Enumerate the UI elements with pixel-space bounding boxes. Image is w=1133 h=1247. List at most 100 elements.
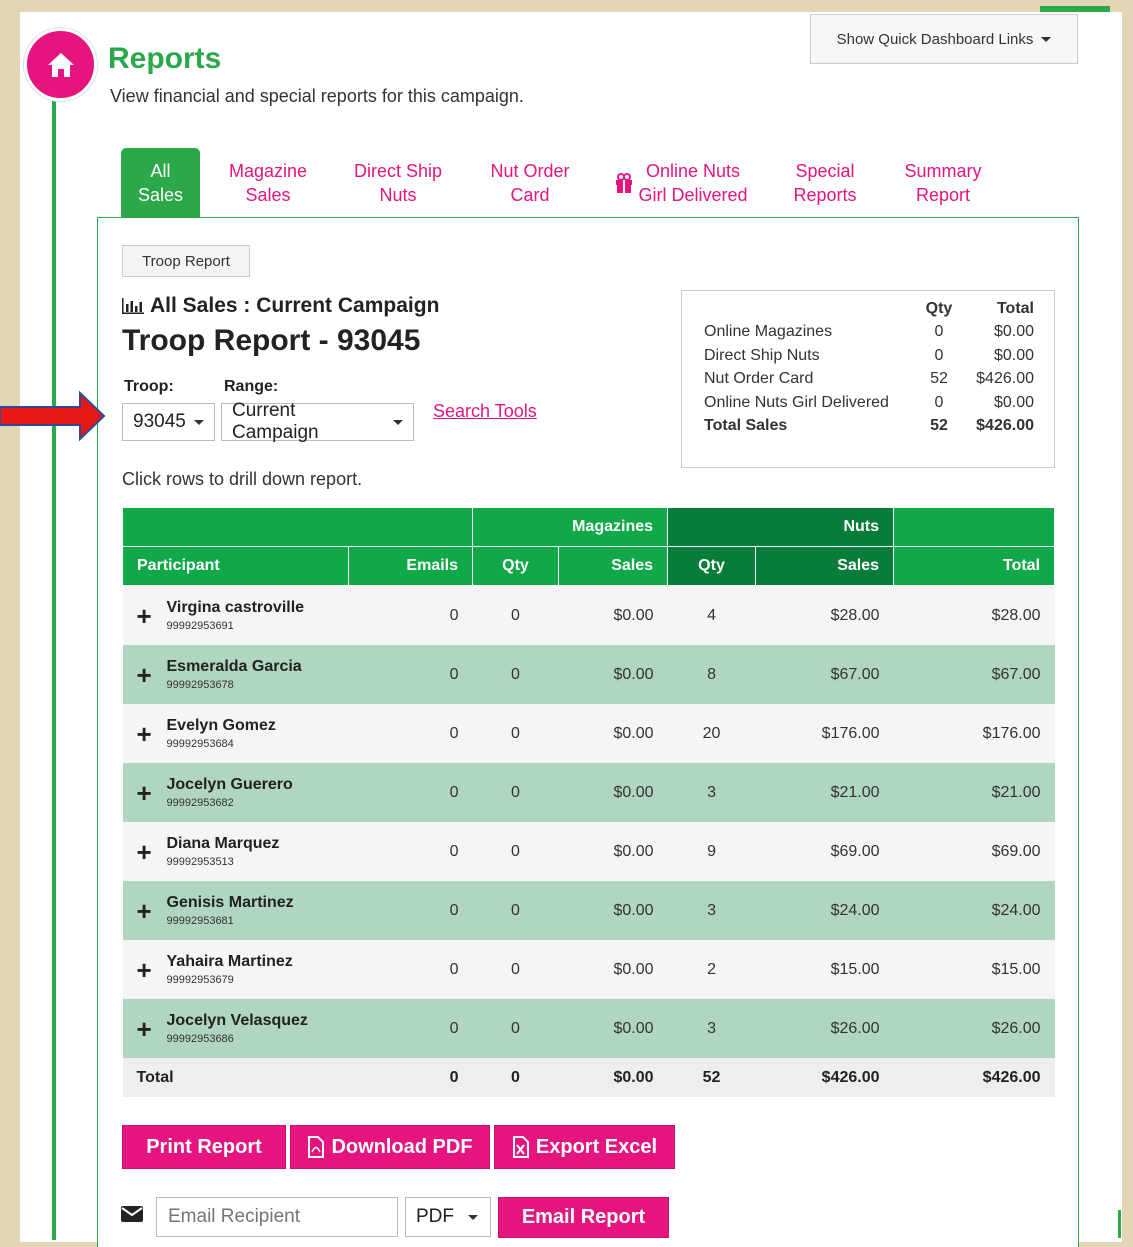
tab-label: Special — [795, 161, 855, 181]
participant-name: Genisis Martinez — [166, 894, 294, 911]
table-row[interactable]: + Diana Marquez 99992953513 0 0 $0.00 9 $69.00 $… — [122, 822, 1055, 881]
summary-label: Total Sales — [704, 417, 788, 435]
col-total[interactable]: Total — [893, 546, 1056, 586]
group-header-blank — [122, 507, 473, 547]
sales-table: Magazines Nuts Participant Emails Qty Sa… — [122, 507, 1056, 1097]
nut-sales-cell: $176.00 — [821, 724, 880, 742]
report-title: Troop Report - 93045 — [122, 324, 421, 357]
format-select[interactable]: PDF — [405, 1197, 491, 1237]
email-report-label: Email Report — [521, 1206, 646, 1228]
participant-id: 99992953681 — [166, 915, 234, 927]
expand-plus-icon[interactable]: + — [137, 603, 152, 629]
section-title: All Sales : Current Campaign — [122, 294, 439, 318]
tab-all-sales[interactable]: All Sales — [121, 148, 200, 218]
range-select[interactable]: Current Campaign — [221, 400, 414, 443]
download-pdf-label: Download PDF — [331, 1135, 473, 1158]
tab-label: Nuts — [379, 185, 417, 205]
expand-plus-icon[interactable]: + — [137, 1016, 152, 1042]
expand-plus-icon[interactable]: + — [137, 662, 152, 688]
search-tools-link[interactable]: Search Tools — [433, 401, 537, 422]
total-cell: $67.00 — [991, 665, 1041, 683]
table-row[interactable]: + Virgina castroville 99992953691 0 0 $0.00 4 $… — [122, 585, 1055, 645]
col-nut-sales[interactable]: Sales — [755, 546, 895, 586]
download-pdf-button[interactable]: Download PDF — [290, 1125, 490, 1169]
participant-name: Yahaira Martinez — [166, 953, 293, 970]
tab-nut-order-card[interactable]: Nut Order Card — [479, 148, 581, 218]
table-row[interactable]: + Genisis Martinez 99992953681 0 0 $0.00 3 $24.… — [122, 881, 1055, 940]
summary-total-header: Total — [996, 299, 1034, 317]
tab-magazine-sales[interactable]: Magazine Sales — [217, 148, 319, 218]
table-row[interactable]: + Yahaira Martinez 99992953679 0 0 $0.00 2 $15.… — [122, 940, 1055, 999]
total-total: $426.00 — [893, 1058, 1055, 1097]
mag-sales-cell: $0.00 — [613, 901, 654, 919]
tab-label: Card — [510, 185, 550, 205]
expand-plus-icon[interactable]: + — [137, 898, 152, 924]
summary-row: Direct Ship Nuts 0 $0.00 — [704, 344, 1034, 368]
expand-plus-icon[interactable]: + — [137, 780, 152, 806]
tab-label: Sales — [245, 185, 291, 205]
table-row[interactable]: + Esmeralda Garcia 99992953678 0 0 $0.00 8 $67.… — [122, 645, 1055, 704]
tab-online-nuts-girl-delivered[interactable]: Online Nuts Girl Delivered — [608, 148, 754, 218]
col-participant[interactable]: Participant — [122, 546, 349, 586]
mag-qty-cell: 0 — [511, 783, 520, 801]
participant-name: Esmeralda Garcia — [166, 658, 302, 675]
email-recipient-input[interactable] — [156, 1197, 398, 1237]
nut-sales-cell: $15.00 — [830, 960, 880, 978]
print-report-button[interactable]: Print Report — [122, 1125, 286, 1169]
summary-qty: 0 — [934, 323, 944, 341]
summary-row: Online Nuts Girl Delivered 0 $0.00 — [704, 391, 1034, 415]
col-mag-qty[interactable]: Qty — [472, 546, 559, 586]
col-mag-sales[interactable]: Sales — [557, 546, 669, 586]
envelope-icon — [121, 1206, 143, 1222]
table-row[interactable]: + Jocelyn Guerero 99992953682 0 0 $0.00 3 $21.0… — [122, 763, 1055, 822]
home-button[interactable] — [24, 28, 97, 101]
tab-label: Nut Order — [490, 161, 570, 181]
mag-sales-cell: $0.00 — [613, 606, 654, 624]
right-accent-line — [1118, 1210, 1121, 1238]
total-label: Total — [122, 1058, 349, 1097]
summary-header-row: Qty Total — [704, 297, 1034, 321]
nut-qty-cell: 3 — [707, 901, 716, 919]
export-excel-button[interactable]: Export Excel — [494, 1125, 675, 1169]
summary-label: Online Magazines — [704, 323, 833, 341]
group-header-magazines: Magazines — [471, 507, 669, 547]
tab-label: Direct Ship — [353, 161, 443, 181]
emails-cell: 0 — [449, 665, 459, 683]
summary-table: Qty Total Online Magazines 0 $0.00 Direc… — [704, 297, 1034, 438]
expand-plus-icon[interactable]: + — [137, 839, 152, 865]
troop-report-button[interactable]: Troop Report — [122, 245, 250, 277]
participant-id: 99992953679 — [166, 974, 234, 986]
home-icon — [47, 52, 74, 77]
tab-label: Report — [915, 185, 970, 205]
col-nut-qty[interactable]: Qty — [667, 546, 757, 586]
summary-total: $0.00 — [993, 393, 1034, 411]
expand-plus-icon[interactable]: + — [137, 721, 152, 747]
emails-cell: 0 — [449, 842, 459, 860]
range-label: Range: — [224, 378, 279, 395]
tab-label: Online Nuts — [645, 161, 741, 181]
tab-label: Magazine — [228, 161, 308, 181]
emails-cell: 0 — [449, 783, 459, 801]
expand-plus-icon[interactable]: + — [137, 957, 152, 983]
troop-select[interactable]: 93045 — [122, 403, 215, 441]
drill-down-hint: Click rows to drill down report. — [122, 469, 363, 489]
table-row[interactable]: + Evelyn Gomez 99992953684 0 0 $0.00 20 $176.00… — [122, 704, 1055, 763]
nut-qty-cell: 2 — [707, 960, 716, 978]
mag-sales-cell: $0.00 — [613, 724, 654, 742]
tab-direct-ship-nuts[interactable]: Direct Ship Nuts — [343, 148, 453, 218]
col-emails[interactable]: Emails — [348, 546, 473, 586]
tab-label: Girl Delivered — [638, 185, 748, 205]
summary-label: Direct Ship Nuts — [704, 346, 820, 364]
mag-qty-cell: 0 — [511, 901, 520, 919]
group-header-row: Magazines Nuts — [122, 507, 1056, 547]
mag-sales-cell: $0.00 — [613, 783, 654, 801]
tab-special-reports[interactable]: Special Reports — [781, 148, 869, 218]
quick-dashboard-links-dropdown[interactable]: Show Quick Dashboard Links — [810, 14, 1078, 64]
participant-cell: + Jocelyn Guerero 99992953682 — [123, 763, 349, 822]
table-row[interactable]: + Jocelyn Velasquez 99992953686 0 0 $0.00 3 $26… — [122, 999, 1055, 1058]
email-report-button[interactable]: Email Report — [498, 1197, 669, 1238]
total-mag-qty: 0 — [472, 1058, 559, 1097]
tab-summary-report[interactable]: Summary Report — [891, 148, 995, 218]
red-arrow-annotation — [0, 390, 106, 442]
nut-sales-cell: $28.00 — [830, 606, 880, 624]
